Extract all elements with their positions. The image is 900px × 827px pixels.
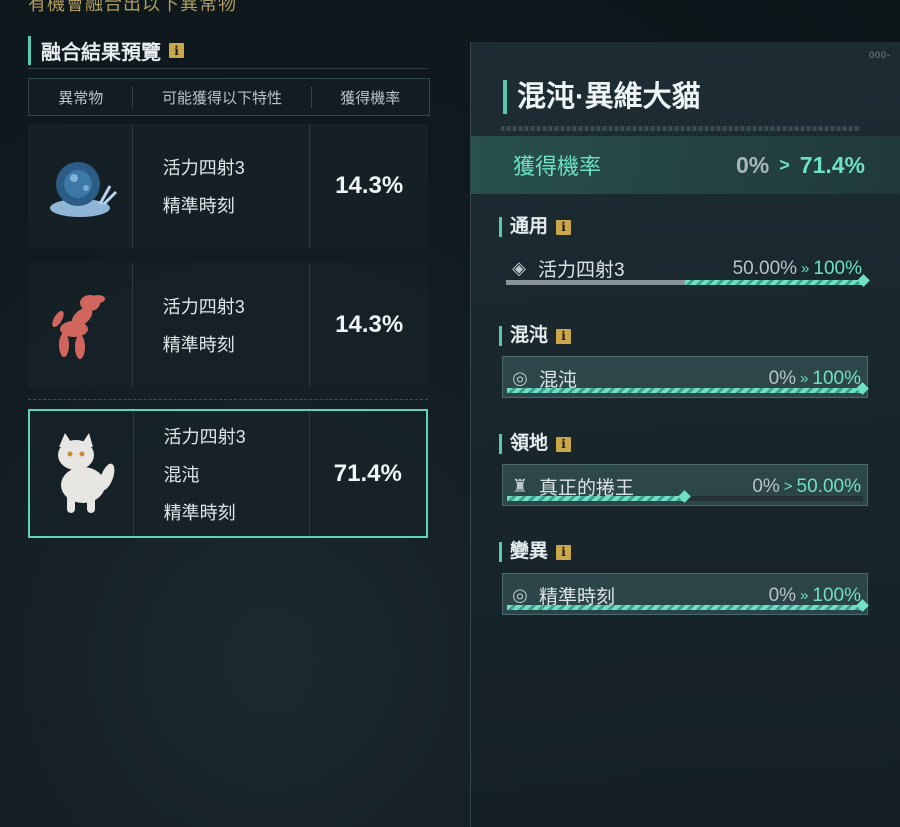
divider [28,68,428,69]
trait-list: 活力四射3 精準時刻 [133,124,311,248]
header-traits: 可能獲得以下特性 [132,86,312,108]
balloon-dog-icon [52,295,105,359]
section-title-label: 領地 [510,433,549,454]
section-territory: 領地 i [499,433,572,454]
section-general: 通用 i [499,216,572,237]
trait-from: 50.00% [732,257,798,279]
info-icon[interactable]: i [556,436,572,452]
chance-values: 0% > 71.4% [736,152,865,179]
trait-item: 精準時刻 [162,196,235,216]
section-chaos: 混沌 i [499,325,572,346]
fusion-preview-title: 融合結果預覽 i [28,36,184,65]
chance-from: 0% [736,151,770,178]
arrow-icon: » [801,260,810,277]
info-icon[interactable]: i [556,219,572,235]
progress-gain [507,496,685,501]
section-title-label: 混沌 [510,325,549,346]
robe-icon: ♜ [511,476,529,496]
trait-row-chaos[interactable]: ◎ 混沌 0% » 100% [502,356,869,398]
panel-deco-text: 000- [868,50,891,60]
anomaly-image [30,411,134,536]
probability-value: 14.3% [335,172,404,199]
trait-item: 活力四射3 [162,158,245,178]
arrow-icon: » [800,370,809,387]
info-icon[interactable]: i [556,544,572,560]
section-mutation: 變異 i [499,541,572,562]
progress-gain [507,605,863,610]
diamond-icon: ◈ [512,258,526,278]
probability-value: 71.4% [333,459,402,487]
trait-to: 100% [813,257,862,279]
section-title-label: 通用 [510,216,549,237]
anomaly-image [28,263,133,387]
progress-gain [507,388,863,393]
swirl-icon: ◎ [512,585,528,605]
chance-to: 71.4% [799,151,865,178]
trait-list: 活力四射3 精準時刻 [133,263,311,387]
result-title: 混沌·異維大貓 [503,80,701,114]
info-icon[interactable]: i [556,328,572,344]
trait-row-general[interactable]: ◈ 活力四射3 50.00% » 100% [502,247,870,289]
result-table-header: 異常物 可能獲得以下特性 獲得機率 [28,78,430,116]
fusion-hint-text: 有機會融合出以下異常物 [28,0,237,14]
progress-gain [685,280,864,285]
trait-progress-bar [507,382,869,395]
chance-bar: 獲得機率 0% > 71.4% [471,136,900,194]
trait-from: 0% [768,367,797,389]
trait-progress-bar [507,490,863,503]
trait-item: 精準時刻 [162,335,235,355]
divider [28,399,428,400]
header-anomaly: 異常物 [58,89,104,107]
header-probability: 獲得機率 [340,89,401,107]
white-cat-icon [58,432,115,513]
chance-label: 獲得機率 [513,154,602,179]
result-row-balloon-dog[interactable]: 活力四射3 精準時刻 14.3% [28,263,428,387]
trait-list: 活力四射3 混沌 精準時刻 [134,411,310,536]
arrow-icon: > [783,478,793,495]
trait-progress-bar [506,274,870,287]
trait-row-mutation[interactable]: ◎ 精準時刻 0% » 100% [502,573,869,615]
result-row-white-cat[interactable]: 活力四射3 混沌 精準時刻 71.4% [28,409,428,538]
arrow-icon: > [779,154,790,175]
progress-current [506,280,685,285]
swirl-icon: ◎ [512,368,528,388]
trait-from: 0% [752,475,780,497]
detail-panel: 000- 混沌·異維大貓 獲得機率 0% > 71.4% 通用 i ◈ 活力四射… [470,42,900,827]
trait-to: 50.00% [796,475,861,497]
result-row-snail[interactable]: 活力四射3 精準時刻 14.3% [28,124,428,248]
arrow-icon: » [800,587,809,604]
trait-item: 精準時刻 [163,502,236,523]
trait-item: 活力四射3 [162,297,245,317]
anomaly-image [28,124,133,248]
trait-from: 0% [768,584,797,606]
trait-to: 100% [812,584,861,606]
trait-to: 100% [812,367,861,389]
trait-item: 混沌 [163,464,200,485]
trait-item: 活力四射3 [163,426,246,447]
info-icon[interactable]: i [169,43,184,58]
probability-value: 14.3% [335,311,404,338]
trait-row-territory[interactable]: ♜ 真正的捲王 0% > 50.00% [502,464,868,506]
trait-progress-bar [507,599,869,612]
title-underline [501,126,861,131]
blue-snail-icon [49,162,117,217]
trait-name: 活力四射3 [538,260,625,281]
section-title-label: 變異 [510,541,549,562]
fusion-preview-title-label: 融合結果預覽 [41,42,161,64]
